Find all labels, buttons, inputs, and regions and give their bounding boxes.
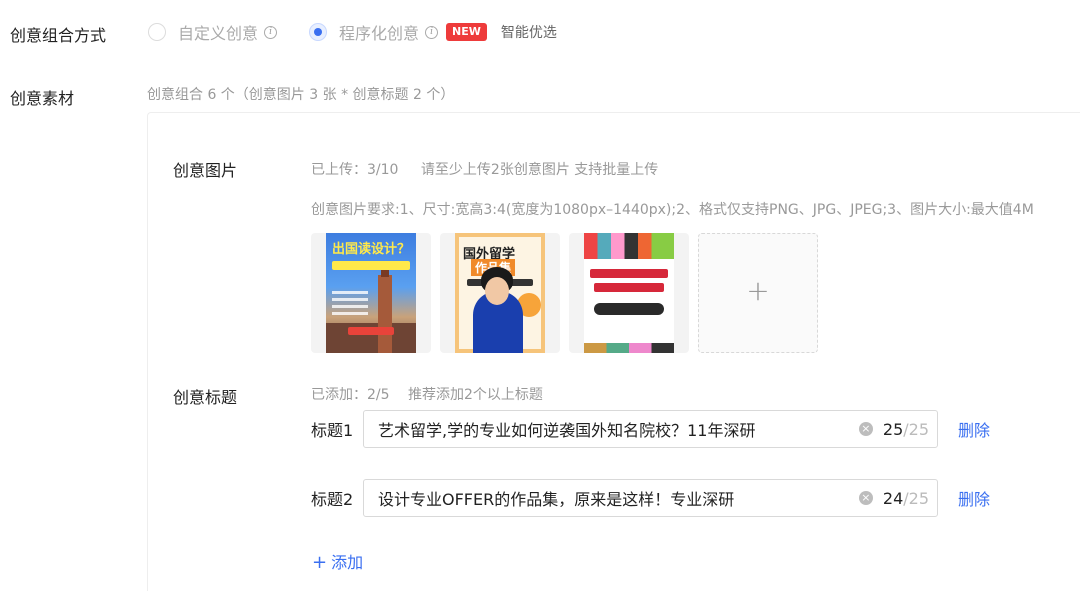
mode-label: 创意组合方式 (10, 26, 107, 45)
thumbnail-1-title: 出国读设计？ (331, 242, 410, 257)
title-1-char-count: 25/25 (882, 419, 929, 439)
material-summary: 创意组合 6 个（创意图片 3 张 * 创意标题 2 个） (147, 87, 455, 103)
image-thumbnail-1[interactable]: 出国读设计？ (311, 233, 431, 353)
title-2-label: 标题2 (311, 490, 354, 509)
add-title-link[interactable]: + 添加 (312, 549, 363, 573)
add-title-label: 添加 (331, 553, 364, 572)
image-thumbnail-3[interactable] (569, 233, 689, 353)
info-icon[interactable]: i (264, 25, 278, 39)
title-row-1: 标题1 艺术留学,学的专业如何逆袭国外知名院校？11年深研 × 25/25 删除 (311, 410, 990, 448)
title-2-delete-link[interactable]: 删除 (958, 486, 990, 510)
title-row-2: 标题2 设计专业OFFER的作品集，原来是这样！专业深研 × 24/25 删除 (311, 479, 990, 517)
image-thumbnail-2[interactable]: 国外留学 作品集 (440, 233, 560, 353)
new-badge: NEW (446, 23, 487, 41)
image-thumbnails: 出国读设计？ 国外留学 作品集 (311, 233, 818, 353)
images-upload-status: 已上传：3/10 请至少上传2张创意图片 支持批量上传 (311, 162, 659, 178)
material-label: 创意素材 (10, 89, 75, 108)
images-requirements: 创意图片要求:1、尺寸:宽高3:4(宽度为1080px–1440px);2、格式… (311, 202, 1034, 218)
option-programmatic-label[interactable]: 程序化创意 (339, 20, 419, 44)
creative-settings-page: 创意组合方式 自定义创意 i 程序化创意 i NEW 智能优选 创意素材 创意组… (0, 0, 1080, 591)
images-uploaded-count: 3/10 (367, 162, 399, 178)
titles-added-count: 2/5 (367, 387, 390, 403)
clear-icon[interactable]: × (858, 422, 873, 436)
plus-icon: + (312, 552, 328, 573)
clear-icon[interactable]: × (858, 491, 873, 505)
smart-select-text: 智能优选 (500, 25, 557, 41)
radio-programmatic[interactable] (309, 23, 328, 41)
title-1-value[interactable]: 艺术留学,学的专业如何逆袭国外知名院校？11年深研 (378, 417, 859, 441)
plus-icon: + (746, 274, 770, 307)
titles-label: 创意标题 (173, 388, 238, 407)
titles-status: 已添加：2/5 推荐添加2个以上标题 (311, 387, 543, 403)
images-hint: 请至少上传2张创意图片 支持批量上传 (420, 162, 659, 178)
mode-radio-group: 自定义创意 i 程序化创意 i NEW 智能优选 (148, 20, 557, 44)
info-icon[interactable]: i (425, 25, 439, 39)
image-upload-button[interactable]: + (698, 233, 818, 353)
radio-custom[interactable] (148, 23, 166, 41)
title-2-input[interactable]: 设计专业OFFER的作品集，原来是这样！专业深研 × 24/25 (363, 479, 938, 517)
title-1-input[interactable]: 艺术留学,学的专业如何逆袭国外知名院校？11年深研 × 25/25 (363, 410, 938, 448)
title-2-char-count: 24/25 (882, 488, 929, 508)
option-custom-label[interactable]: 自定义创意 (178, 20, 258, 44)
title-1-label: 标题1 (311, 421, 354, 440)
title-2-value[interactable]: 设计专业OFFER的作品集，原来是这样！专业深研 (378, 486, 859, 510)
images-label: 创意图片 (173, 161, 238, 180)
title-1-delete-link[interactable]: 删除 (958, 417, 990, 441)
titles-hint: 推荐添加2个以上标题 (407, 387, 543, 403)
